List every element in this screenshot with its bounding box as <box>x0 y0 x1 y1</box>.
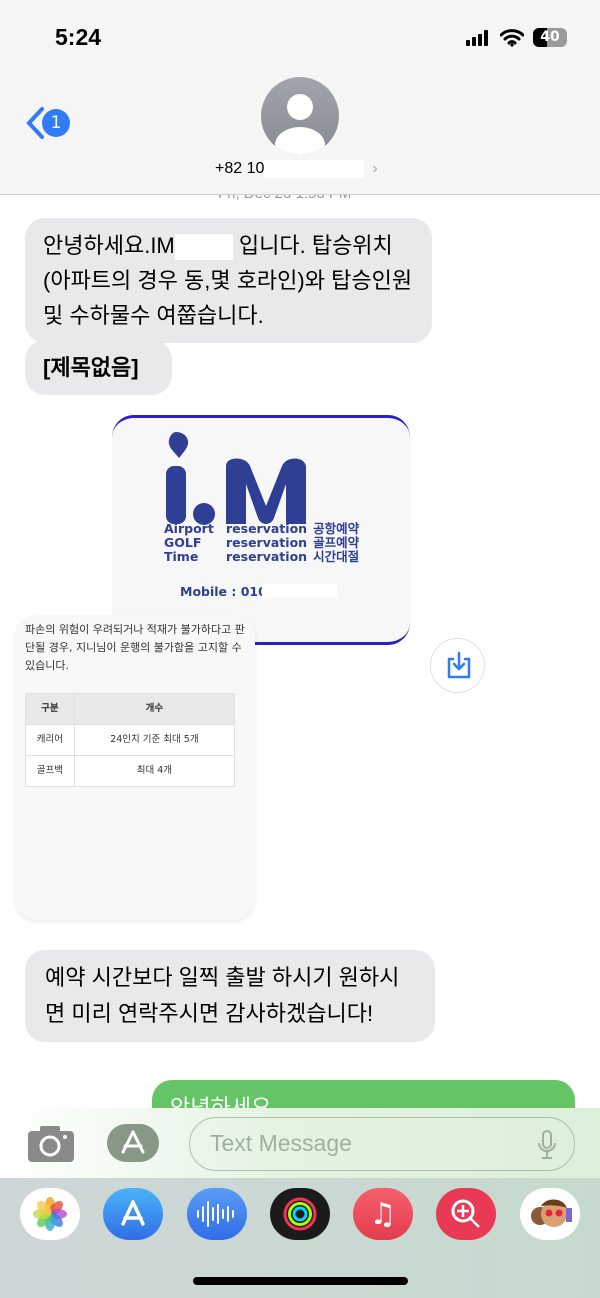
cellular-signal-icon <box>466 30 488 46</box>
message-bubble-received[interactable]: [제목없음] <box>25 340 172 395</box>
microphone-icon[interactable] <box>538 1130 556 1160</box>
activity-app-icon[interactable] <box>270 1188 330 1240</box>
memoji-app-icon[interactable] <box>520 1188 580 1240</box>
logo-services: Airport reservation 공항예약 GOLF reservation 골프… <box>164 521 360 564</box>
table-row: 캐리어 24인치 기준 최대 5개 <box>25 724 236 756</box>
battery-icon: 40 <box>533 28 567 47</box>
mobile-number: Mobile : 010. <box>180 584 272 599</box>
message-bubble-received[interactable]: 예약 시간보다 일찍 출발 하시기 원하시면 미리 연락주시면 감사하겠습니다! <box>25 950 435 1042</box>
back-button[interactable]: 1 <box>24 106 70 140</box>
contact-name[interactable]: +82 10 › <box>215 160 378 178</box>
image-search-icon[interactable] <box>436 1188 496 1240</box>
image-attachment-logo[interactable]: Airport reservation 공항예약 GOLF reservation 골프… <box>112 415 410 645</box>
unread-badge: 1 <box>42 109 70 137</box>
save-button[interactable] <box>430 638 485 693</box>
status-time: 5:24 <box>55 24 102 50</box>
attachment-text: 파손의 위험이 우려되거나 적재가 불가하다고 판단될 경우, 지니님이 운행의… <box>25 623 245 672</box>
photos-app-icon[interactable] <box>20 1188 80 1240</box>
app-store-app-icon[interactable] <box>103 1188 163 1240</box>
app-store-icon <box>121 1130 145 1154</box>
download-icon <box>447 651 471 679</box>
person-icon <box>275 94 325 155</box>
message-bubble-received[interactable]: 안녕하세요.IM 입니다. 탑승위치(아파트의 경우 동,몇 호라인)와 탑승인… <box>25 218 432 343</box>
conversation-header: 5:24 40 1 +82 10 › <box>0 0 600 195</box>
home-indicator[interactable] <box>193 1277 408 1285</box>
luggage-table: 구분 개수 캐리어 24인치 기준 최대 5개 골프백 최대 4개 <box>25 693 236 787</box>
im-logo <box>166 432 306 525</box>
wifi-icon <box>500 29 524 47</box>
message-input[interactable]: Text Message <box>189 1117 575 1171</box>
table-row: 골프백 최대 4개 <box>25 755 236 787</box>
apps-button[interactable] <box>107 1124 159 1162</box>
camera-icon[interactable] <box>27 1125 75 1163</box>
contact-avatar[interactable] <box>261 77 339 155</box>
image-attachment-table[interactable]: 파손의 위험이 우려되거나 적재가 불가하다고 판단될 경우, 지니님이 운행의… <box>15 615 255 920</box>
music-app-icon[interactable]: ♫ <box>353 1188 413 1240</box>
chevron-right-icon: › <box>372 160 378 178</box>
audio-message-icon[interactable] <box>187 1188 247 1240</box>
